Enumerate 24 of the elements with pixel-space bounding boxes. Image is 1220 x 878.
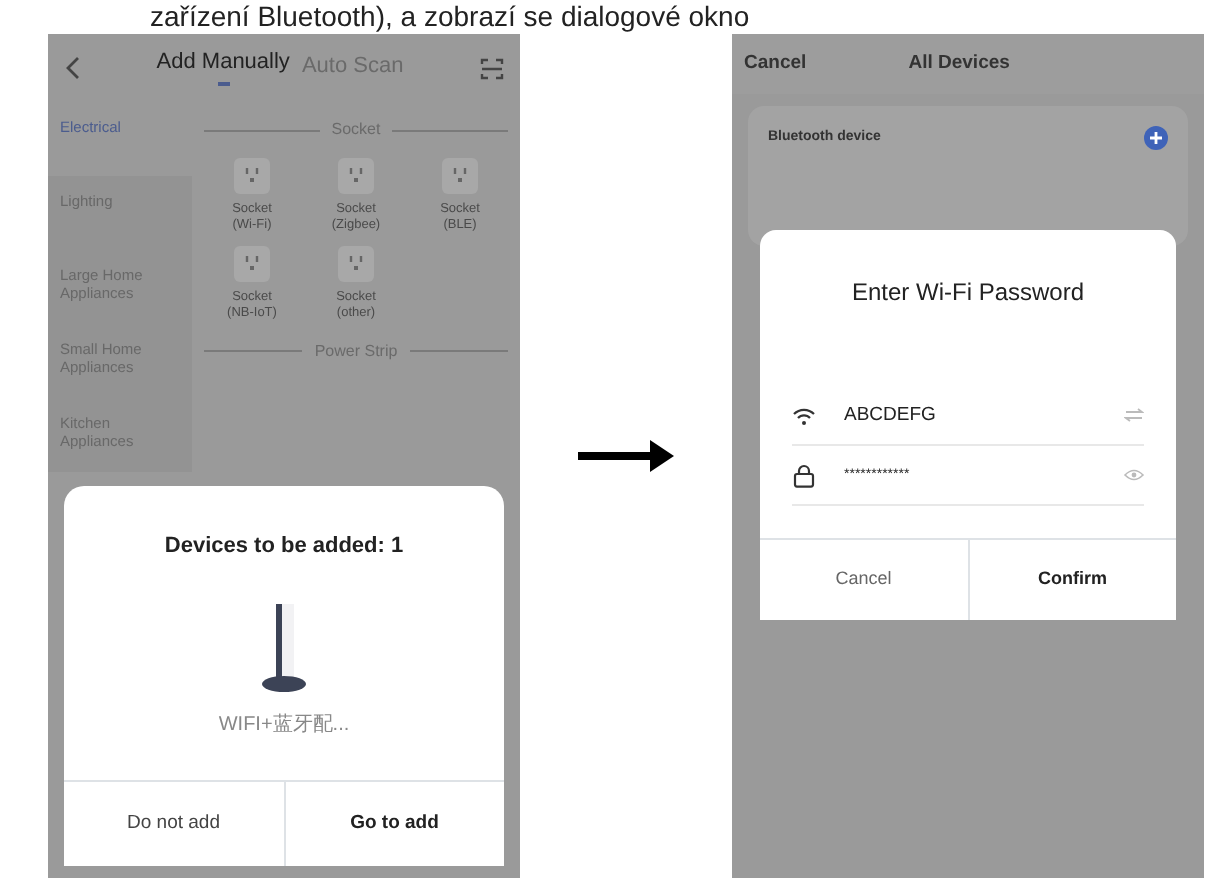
add-icon[interactable] [1144, 126, 1168, 150]
caption-text: zařízení Bluetooth), a zobrazí se dialogové okno [148, 0, 752, 34]
dialog-button[interactable]: Go to add [283, 782, 504, 866]
dialog-title: Enter Wi-Fi Password [849, 276, 1087, 310]
back-icon[interactable] [64, 56, 80, 80]
right-arrow-icon [578, 440, 674, 472]
socket-icon[interactable] [234, 246, 270, 283]
tab[interactable]: Add Manually [150, 50, 296, 86]
cancel-link[interactable]: Cancel [744, 49, 807, 79]
socket-icon[interactable] [234, 158, 270, 194]
screen-title: All Devices [908, 49, 1012, 78]
sheet-title: Devices to be added: 1 [162, 532, 406, 561]
router-icon [260, 601, 308, 694]
socket-icon[interactable] [338, 158, 374, 194]
socket-icon[interactable] [442, 158, 478, 194]
eye-icon[interactable] [1124, 468, 1144, 483]
socket-icon[interactable] [338, 246, 374, 283]
lock-icon [792, 463, 816, 488]
network-name[interactable]: ABCDEFG [844, 401, 936, 431]
swap-icon[interactable] [1124, 408, 1144, 423]
device-name: WIFI+蓝牙配... [218, 711, 350, 740]
wifi-icon [792, 405, 816, 426]
dialog-button[interactable]: Confirm [967, 540, 1176, 620]
scan-icon[interactable] [479, 57, 504, 79]
